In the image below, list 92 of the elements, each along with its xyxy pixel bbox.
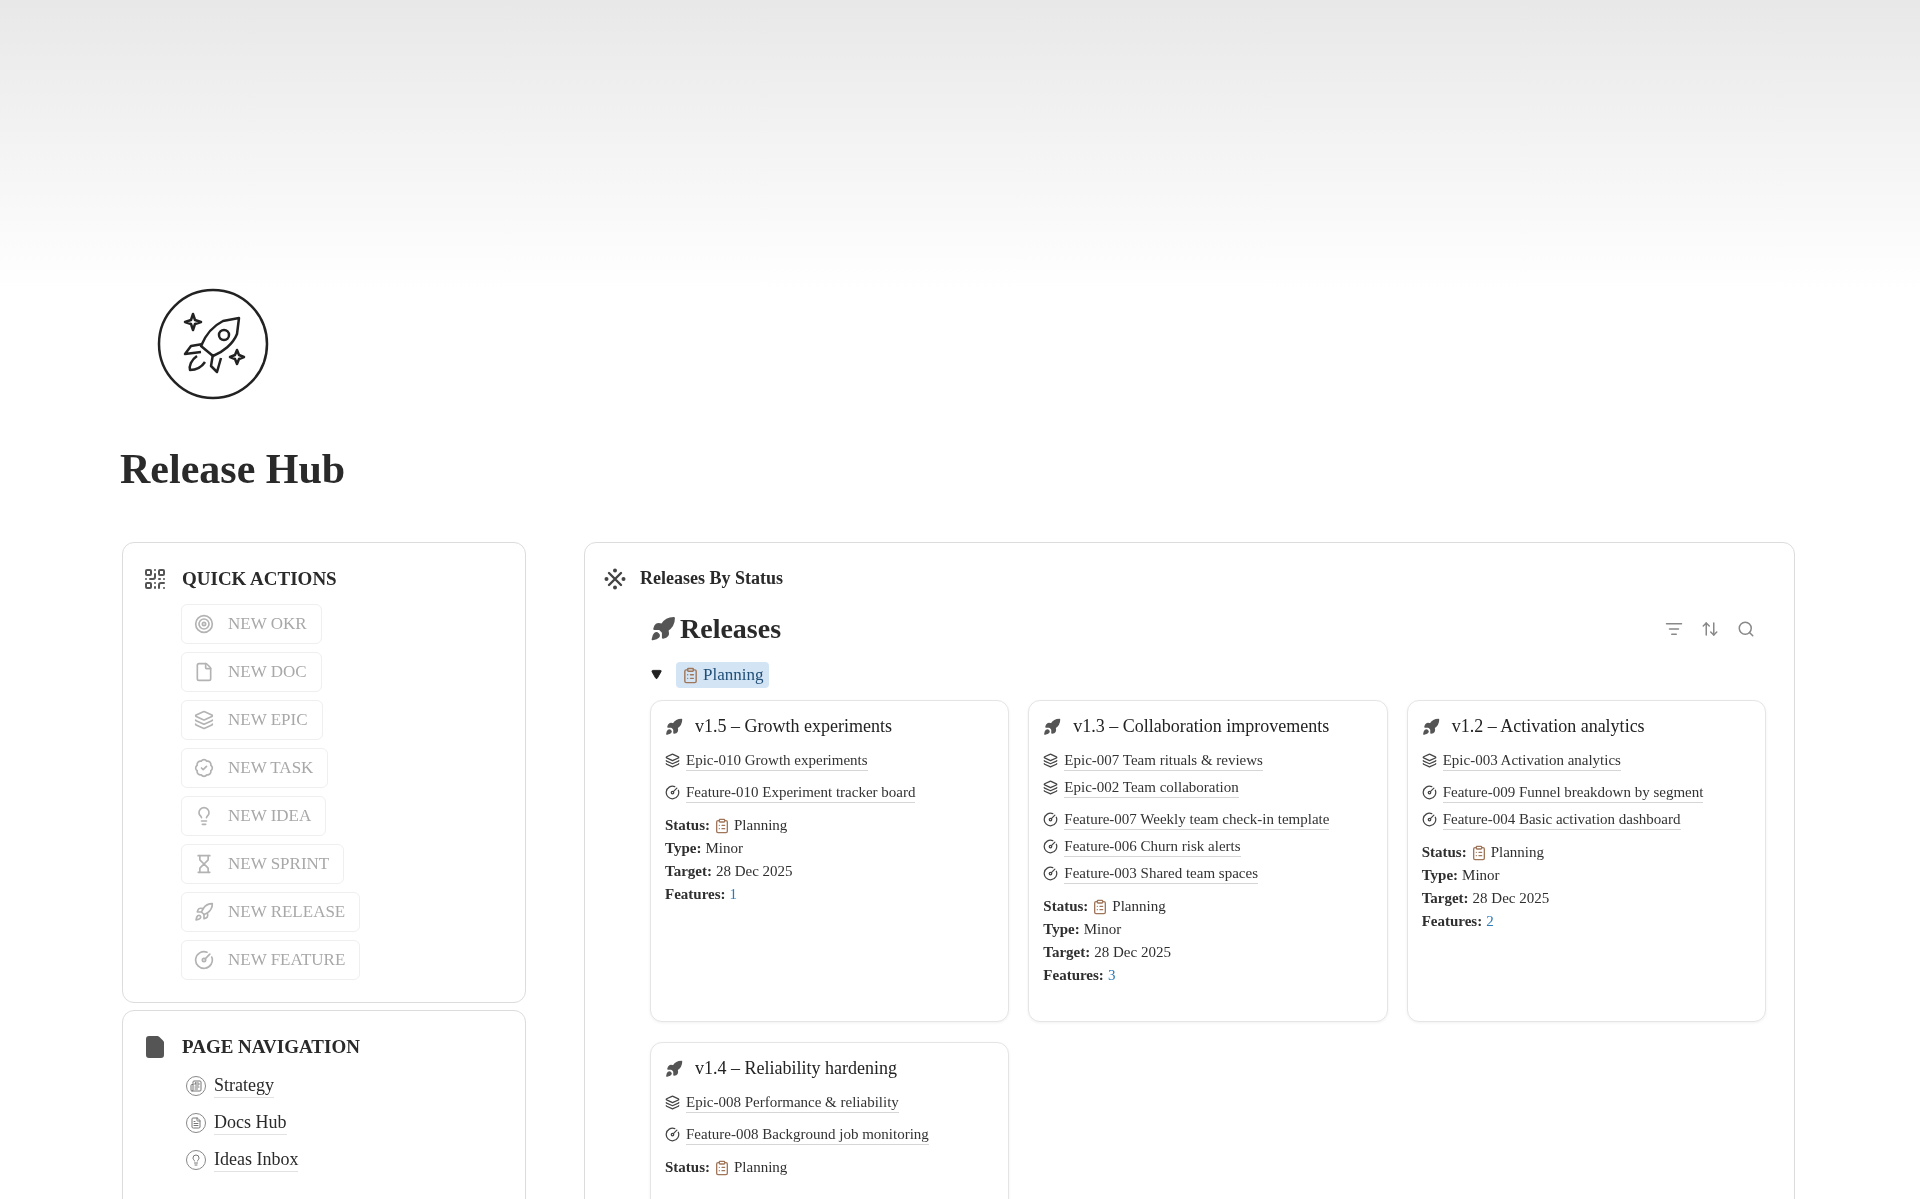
gauge-icon — [1043, 866, 1059, 881]
document-icon — [143, 1034, 167, 1059]
field-value: Minor — [1083, 920, 1122, 939]
card-title: v1.4 – Reliability hardening — [695, 1057, 897, 1080]
relation-link[interactable]: Feature-003 Shared team spaces — [1064, 863, 1258, 884]
status-tag: Planning — [676, 662, 770, 688]
rocket-icon — [1043, 717, 1062, 736]
field-value: Minor — [705, 839, 743, 858]
gauge-icon — [1043, 839, 1059, 854]
layers-icon — [665, 753, 680, 768]
field-value: 28 Dec 2025 — [1472, 889, 1550, 908]
field-label: Target: — [1043, 943, 1091, 962]
relation-link[interactable]: Epic-008 Performance & reliability — [686, 1092, 899, 1113]
release-card[interactable]: v1.2 – Activation analytics Epic-003 Activation analytics Feature-009 Funnel breakdown by segment Feature-004 Basic activation dashboard Status: Planning Type: Minor Target: 28 Dec 2025 Features: 2 — [1406, 700, 1766, 1022]
field-label: Status: — [1421, 843, 1467, 862]
relation-link[interactable]: Epic-010 Growth experiments — [686, 750, 868, 771]
panel-heading: QUICK ACTIONS — [182, 567, 337, 591]
field-value: 28 Dec 2025 — [1094, 943, 1171, 962]
count-link[interactable]: 1 — [729, 883, 738, 906]
layers-icon — [194, 709, 214, 730]
relation-link[interactable]: Epic-003 Activation analytics — [1442, 750, 1621, 771]
field-label: Features: — [1043, 966, 1104, 985]
field-value: Planning — [734, 816, 788, 835]
rocket-logo-icon — [157, 288, 269, 400]
layers-icon — [1421, 753, 1437, 768]
field-label: Status: — [665, 816, 710, 835]
field-label: Features: — [1421, 912, 1483, 931]
gauge-icon — [665, 785, 680, 800]
clipboard-icon — [682, 666, 699, 684]
relation-link[interactable]: Feature-009 Funnel breakdown by segment — [1442, 782, 1704, 803]
relation-link[interactable]: Epic-007 Team rituals & reviews — [1064, 750, 1263, 771]
grid-icon — [143, 567, 167, 592]
filter-icon[interactable] — [1665, 620, 1683, 638]
field-value: Planning — [1112, 897, 1166, 916]
field-value: Minor — [1462, 866, 1500, 885]
field-value: Planning — [734, 1158, 788, 1177]
rocket-icon — [665, 717, 683, 736]
release-card[interactable] — [1028, 700, 1388, 1022]
relation-link[interactable]: Epic-002 Team collaboration — [1064, 777, 1239, 798]
sort-icon[interactable] — [1701, 620, 1719, 638]
asterisk-icon — [604, 567, 626, 590]
relation-link[interactable]: Feature-008 Background job monitoring — [686, 1124, 929, 1145]
rocket-icon — [665, 1059, 683, 1078]
gauge-icon — [1043, 812, 1059, 827]
badge-check-icon — [194, 757, 214, 778]
rocket-icon — [650, 616, 676, 642]
card-title: v1.5 – Growth experiments — [695, 715, 892, 738]
nav-link[interactable]: Ideas Inbox — [214, 1147, 299, 1172]
gauge-icon — [194, 949, 214, 970]
layers-icon — [1043, 753, 1059, 768]
relation-link[interactable]: Feature-006 Churn risk alerts — [1064, 836, 1241, 857]
clipboard-icon — [1092, 898, 1109, 915]
rocket-icon — [194, 901, 214, 922]
card-title: v1.3 – Collaboration improvements — [1073, 715, 1330, 738]
database-title: Releases — [680, 612, 782, 646]
field-label: Type: — [665, 839, 702, 858]
release-card[interactable]: v1.5 – Growth experiments Epic-010 Growth experiments Feature-010 Experiment tracker board Status: Planning Type: Minor Target: 28 Dec 2025 Features: 1 — [650, 700, 1010, 1022]
clipboard-icon — [714, 1159, 730, 1176]
field-label: Status: — [665, 1158, 710, 1177]
field-label: Target: — [1421, 889, 1469, 908]
layers-icon — [1043, 780, 1059, 795]
release-card[interactable]: v1.4 – Reliability hardening Epic-008 Performance & reliability Feature-008 Background job monitoring Status: Planning — [650, 1042, 1010, 1199]
rocket-icon — [1421, 717, 1440, 736]
relation-link[interactable]: Feature-007 Weekly team check-in template — [1064, 809, 1330, 830]
relation-link[interactable]: Feature-010 Experiment tracker board — [686, 782, 916, 803]
section-title: Releases By Status — [640, 567, 783, 590]
field-label: Features: — [665, 885, 726, 904]
field-label: Type: — [1421, 866, 1459, 885]
field-label: Type: — [1043, 920, 1080, 939]
document-icon — [194, 661, 214, 682]
group-toggle[interactable] — [650, 668, 664, 682]
clipboard-icon — [714, 817, 730, 834]
field-label: Status: — [1043, 897, 1089, 916]
gauge-icon — [1421, 812, 1437, 827]
count-link[interactable]: 3 — [1107, 964, 1116, 987]
count-link[interactable]: 2 — [1486, 910, 1494, 933]
field-value: 28 Dec 2025 — [715, 862, 793, 881]
hourglass-icon — [194, 853, 214, 874]
search-icon[interactable] — [1737, 620, 1755, 638]
target-icon — [194, 613, 214, 634]
nav-link[interactable]: Strategy — [214, 1073, 274, 1098]
gauge-icon — [665, 1127, 680, 1142]
field-label: Target: — [665, 862, 712, 881]
relation-link[interactable]: Feature-004 Basic activation dashboard — [1442, 809, 1681, 830]
layers-icon — [665, 1095, 680, 1110]
page-title: Release Hub — [120, 445, 347, 494]
field-value: Planning — [1490, 843, 1544, 862]
nav-link[interactable]: Docs Hub — [214, 1110, 287, 1135]
panel-heading: PAGE NAVIGATION — [182, 1034, 360, 1059]
clipboard-icon — [1470, 844, 1487, 861]
card-title: v1.2 – Activation analytics — [1451, 715, 1645, 738]
gauge-icon — [1421, 785, 1437, 800]
